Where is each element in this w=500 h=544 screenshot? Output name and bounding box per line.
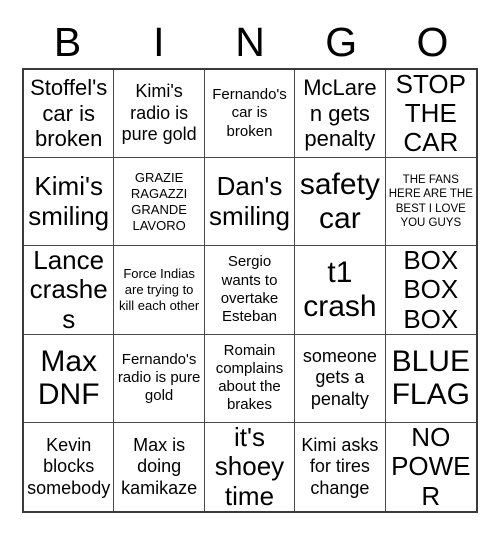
bingo-cell[interactable]: Fernando's car is broken: [204, 70, 296, 159]
bingo-cell-text: Force Indias are trying to kill each oth…: [118, 265, 200, 314]
bingo-cell-text: Romain complains about the brakes: [215, 341, 284, 414]
bingo-cell-text: Kimi's smiling: [28, 171, 110, 231]
bingo-cell[interactable]: STOP THE CAR: [385, 70, 476, 159]
bingo-cell-text: someone gets a penalty: [302, 345, 377, 409]
bingo-cell-text: Sergio wants to overtake Esteban: [220, 253, 279, 326]
header-letter-o: O: [416, 18, 449, 65]
bingo-cell-text: BOX BOX BOX: [403, 246, 459, 334]
bingo-cell[interactable]: Romain complains about the brakes: [204, 334, 296, 423]
bingo-grid: Stoffel's car is broken Kimi's radio is …: [22, 68, 478, 513]
bingo-cell-text: Fernando's car is broken: [212, 86, 287, 140]
bingo-cell-text: Max is doing kamikaze: [121, 434, 198, 498]
bingo-cell-text: McLaren gets penalty: [303, 75, 377, 152]
bingo-cell-text: Dan's smiling: [209, 171, 290, 231]
bingo-cell[interactable]: someone gets a penalty: [295, 334, 386, 423]
header-letter-i: I: [153, 18, 165, 65]
bingo-cell-text: Kimi asks for tires change: [301, 434, 379, 498]
bingo-cell-text: STOP THE CAR: [395, 70, 466, 158]
bingo-cell[interactable]: Lance crashes: [24, 246, 115, 335]
bingo-cell-text: Kevin blocks somebody: [27, 434, 111, 498]
bingo-cell-text: Stoffel's car is broken: [30, 75, 108, 152]
bingo-cell-text: NO POWER: [391, 422, 471, 511]
bingo-cell-text: it's shoey time: [214, 422, 285, 511]
bingo-cell-text: Lance crashes: [29, 246, 108, 334]
bingo-cell[interactable]: Kimi's smiling: [24, 158, 115, 247]
bingo-card: B I N G O Stoffel's car is broken Kimi's…: [0, 0, 500, 544]
header-letter-n: N: [235, 18, 265, 65]
bingo-cell[interactable]: safety car: [295, 158, 386, 247]
bingo-cell-text: Max DNF: [37, 344, 100, 412]
bingo-cell[interactable]: Force Indias are trying to kill each oth…: [114, 246, 205, 335]
bingo-cell[interactable]: BOX BOX BOX: [385, 246, 476, 335]
bingo-cell[interactable]: McLaren gets penalty: [295, 70, 386, 159]
bingo-header: B I N G O: [22, 18, 478, 66]
header-letter-g: G: [325, 18, 358, 65]
bingo-cell[interactable]: Max is doing kamikaze: [114, 422, 205, 511]
bingo-cell[interactable]: Max DNF: [24, 334, 115, 423]
bingo-cell-text: t1 crash: [303, 256, 377, 323]
bingo-cell-text: safety car: [299, 168, 380, 235]
bingo-cell[interactable]: Stoffel's car is broken: [24, 70, 115, 159]
bingo-cell-text: GRAZIE RAGAZZI GRANDE LAVORO: [130, 169, 188, 233]
bingo-cell[interactable]: THE FANS HERE ARE THE BEST I LOVE YOU GU…: [385, 158, 476, 247]
bingo-cell[interactable]: Kimi asks for tires change: [295, 422, 386, 511]
bingo-cell[interactable]: NO POWER: [385, 422, 476, 511]
bingo-cell-text: THE FANS HERE ARE THE BEST I LOVE YOU GU…: [388, 173, 473, 230]
bingo-cell[interactable]: Kevin blocks somebody: [24, 422, 115, 511]
bingo-cell[interactable]: GRAZIE RAGAZZI GRANDE LAVORO: [114, 158, 205, 247]
bingo-cell[interactable]: BLUE FLAG: [385, 334, 476, 423]
bingo-cell-text: BLUE FLAG: [391, 344, 470, 412]
bingo-cell[interactable]: Dan's smiling: [204, 158, 296, 247]
bingo-cell[interactable]: it's shoey time: [204, 422, 296, 511]
header-letter-b: B: [53, 18, 82, 65]
bingo-cell[interactable]: t1 crash: [295, 246, 386, 335]
bingo-cell-text: Kimi's radio is pure gold: [121, 81, 197, 145]
bingo-cell[interactable]: Kimi's radio is pure gold: [114, 70, 205, 159]
bingo-cell-text: Fernando's radio is pure gold: [117, 350, 201, 405]
bingo-cell[interactable]: Sergio wants to overtake Esteban: [204, 246, 296, 335]
bingo-cell[interactable]: Fernando's radio is pure gold: [114, 334, 205, 423]
